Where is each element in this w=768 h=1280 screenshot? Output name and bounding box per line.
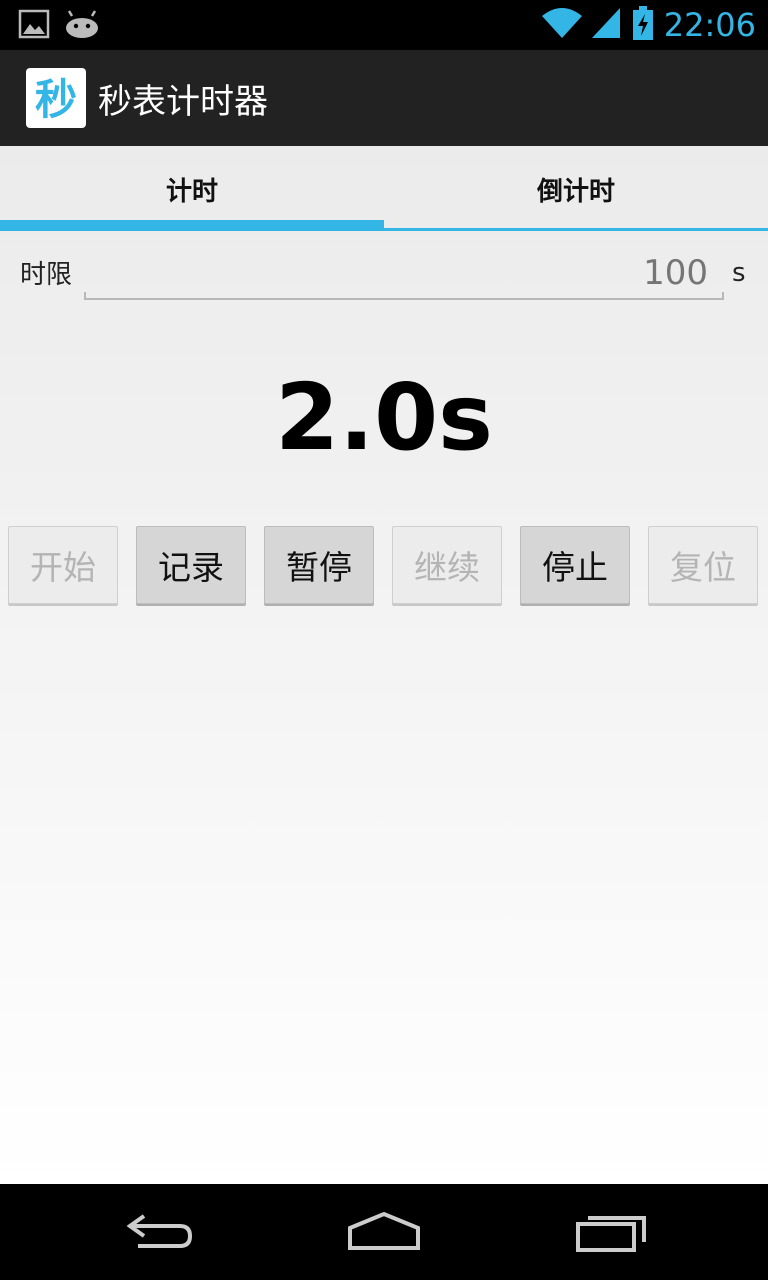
navigation-bar: [0, 1184, 768, 1280]
tab-countdown[interactable]: 倒计时: [384, 146, 768, 232]
reset-button[interactable]: 复位: [648, 526, 758, 604]
start-button[interactable]: 开始: [8, 526, 118, 604]
status-bar: 22:06: [0, 0, 768, 50]
recent-apps-icon[interactable]: [574, 1208, 648, 1260]
time-limit-underline: [84, 292, 724, 300]
clock: 22:06: [663, 6, 756, 44]
app-title: 秒表计时器: [98, 81, 268, 122]
time-limit-input[interactable]: [84, 246, 724, 300]
main-content: 计时 倒计时 时限 s 2.0s 开始 记录 暂停 继续 停止 复位: [0, 146, 768, 1184]
app-icon[interactable]: 秒: [26, 68, 86, 128]
battery-charging-icon: [632, 6, 654, 44]
signal-icon: [591, 6, 622, 44]
action-bar: 秒 秒表计时器: [0, 50, 768, 146]
back-icon[interactable]: [124, 1208, 196, 1260]
timer-display: 2.0s: [275, 364, 493, 471]
lap-button[interactable]: 记录: [136, 526, 246, 604]
tab-bar: 计时 倒计时: [0, 146, 768, 232]
pause-button[interactable]: 暂停: [264, 526, 374, 604]
stop-button[interactable]: 停止: [520, 526, 630, 604]
resume-button[interactable]: 继续: [392, 526, 502, 604]
time-limit-label: 时限: [20, 260, 73, 290]
tab-selected-indicator: [0, 220, 384, 230]
home-icon[interactable]: [346, 1208, 422, 1260]
system-status: 22:06: [541, 6, 756, 44]
notification-icons: [18, 8, 100, 44]
time-limit-unit: s: [732, 258, 746, 288]
image-icon: [18, 8, 50, 44]
android-icon: [64, 10, 100, 42]
wifi-icon: [541, 6, 582, 44]
control-buttons: 开始 记录 暂停 继续 停止 复位: [8, 526, 760, 604]
app-logo-char: 秒: [35, 75, 77, 124]
